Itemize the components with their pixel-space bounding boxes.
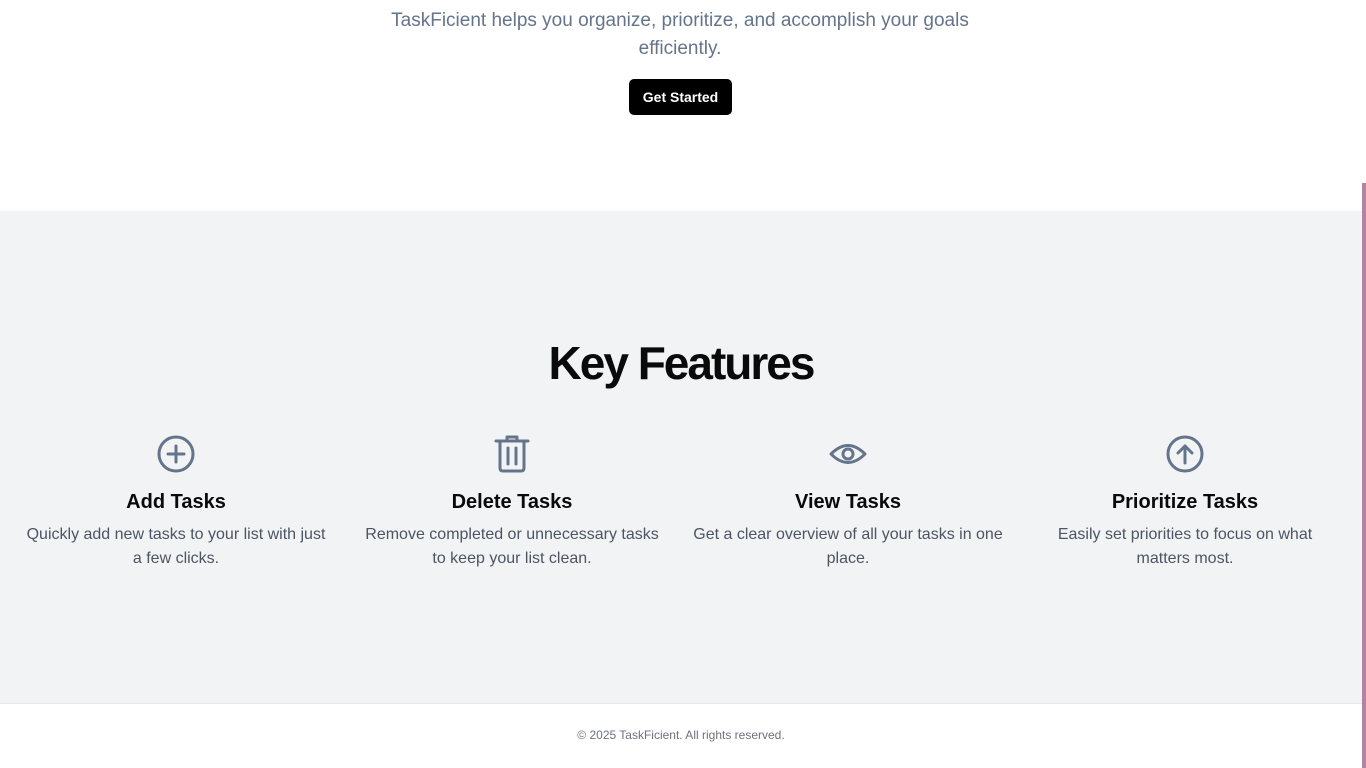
feature-description: Get a clear overview of all your tasks i… xyxy=(693,526,1003,567)
vertical-scrollbar[interactable] xyxy=(1362,0,1366,768)
trash-icon xyxy=(492,434,532,474)
plus-circle-icon xyxy=(156,434,196,474)
feature-add-tasks: Add Tasks Quickly add new tasks to your … xyxy=(16,434,336,571)
features-section: Key Features Add Tasks Quickly add new t… xyxy=(0,211,1362,703)
feature-description: Easily set priorities to focus on what m… xyxy=(1057,526,1313,567)
arrow-up-circle-icon xyxy=(1165,434,1205,474)
hero-section: TaskFicient helps you organize, prioriti… xyxy=(0,0,1362,211)
scrollbar-thumb[interactable] xyxy=(1362,183,1366,768)
features-title: Key Features xyxy=(548,337,816,389)
page: TaskFicient helps you organize, prioriti… xyxy=(0,0,1366,768)
get-started-button[interactable]: Get Started xyxy=(629,79,732,115)
eye-icon xyxy=(828,434,868,474)
footer: © 2025 TaskFicient. All rights reserved. xyxy=(0,703,1362,768)
feature-title: View Tasks xyxy=(795,491,901,513)
feature-title: Prioritize Tasks xyxy=(1111,491,1259,513)
hero-subtitle: TaskFicient helps you organize, prioriti… xyxy=(391,10,969,59)
feature-delete-tasks: Delete Tasks Remove completed or unneces… xyxy=(352,434,672,571)
copyright-text: © 2025 TaskFicient. All rights reserved. xyxy=(577,728,785,742)
feature-prioritize-tasks: Prioritize Tasks Easily set priorities t… xyxy=(1025,434,1345,571)
feature-view-tasks: View Tasks Get a clear overview of all y… xyxy=(688,434,1008,571)
feature-title: Delete Tasks xyxy=(451,491,573,513)
feature-title: Add Tasks xyxy=(126,491,226,513)
feature-description: Quickly add new tasks to your list with … xyxy=(26,526,326,567)
feature-description: Remove completed or unnecessary tasks to… xyxy=(365,526,659,567)
